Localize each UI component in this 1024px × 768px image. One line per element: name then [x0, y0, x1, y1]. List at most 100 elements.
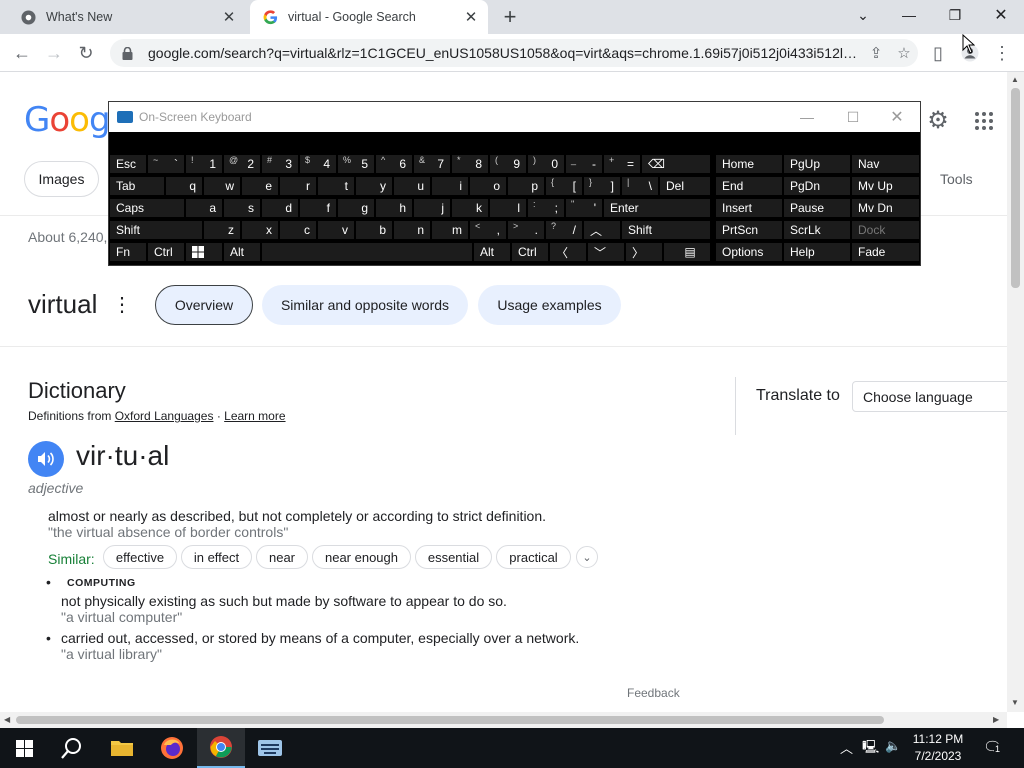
key-equals[interactable]: + =	[603, 154, 641, 174]
scrollbar-thumb[interactable]	[16, 716, 884, 724]
key-del[interactable]: Del	[659, 176, 711, 196]
key-alt-right[interactable]: Alt	[473, 242, 511, 262]
key-menu-icon[interactable]: ▤	[663, 242, 711, 262]
feedback-link[interactable]: Feedback	[627, 686, 680, 700]
key-o[interactable]: o	[469, 176, 507, 196]
key-space[interactable]	[261, 242, 473, 262]
key-y[interactable]: y	[355, 176, 393, 196]
key-pause[interactable]: Pause	[783, 198, 851, 218]
key-2[interactable]: @2	[223, 154, 261, 174]
key-u[interactable]: u	[393, 176, 431, 196]
osk-maximize-button[interactable]: ☐	[830, 102, 876, 132]
firefox-icon[interactable]	[148, 728, 196, 768]
key-pgdn[interactable]: PgDn	[783, 176, 851, 196]
similar-chip[interactable]: effective	[103, 545, 177, 569]
key-minus[interactable]: _ -	[565, 154, 603, 174]
key-options[interactable]: Options	[715, 242, 783, 262]
key-w[interactable]: w	[203, 176, 241, 196]
key-rbracket[interactable]: }]	[583, 176, 621, 196]
key-k[interactable]: k	[451, 198, 489, 218]
key-i[interactable]: i	[431, 176, 469, 196]
key-f[interactable]: f	[299, 198, 337, 218]
key-ctrl-left[interactable]: Ctrl	[147, 242, 185, 262]
tools-button[interactable]: Tools	[940, 171, 973, 187]
volume-muted-icon[interactable]: 🔈	[885, 738, 901, 754]
key-a[interactable]: a	[185, 198, 223, 218]
more-options-icon[interactable]: ⋮	[112, 292, 132, 317]
key-fn[interactable]: Fn	[109, 242, 147, 262]
key-right-arrow-icon[interactable]: 〉	[625, 242, 663, 262]
oxford-languages-link[interactable]: Oxford Languages	[115, 409, 214, 423]
search-icon[interactable]	[48, 728, 96, 768]
new-tab-button[interactable]: +	[498, 4, 522, 29]
key-mvdn[interactable]: Mv Dn	[851, 198, 920, 218]
key-shift-right[interactable]: Shift	[621, 220, 711, 240]
key-lbracket[interactable]: {[	[545, 176, 583, 196]
key-comma[interactable]: <,	[469, 220, 507, 240]
key-backtick[interactable]: ~ `	[147, 154, 185, 174]
share-icon[interactable]: ⇪	[862, 44, 890, 62]
key-insert[interactable]: Insert	[715, 198, 783, 218]
choose-language-select[interactable]: Choose language	[852, 381, 1012, 412]
back-button[interactable]: ←	[9, 40, 35, 66]
key-4[interactable]: $4	[299, 154, 337, 174]
key-semicolon[interactable]: :;	[527, 198, 565, 218]
scroll-down-arrow-icon[interactable]: ▼	[1011, 698, 1019, 707]
similar-opposite-tab[interactable]: Similar and opposite words	[262, 285, 468, 325]
bookmark-star-icon[interactable]: ☆	[890, 44, 918, 62]
key-pgup[interactable]: PgUp	[783, 154, 851, 174]
key-n[interactable]: n	[393, 220, 431, 240]
scroll-left-arrow-icon[interactable]: ◀	[4, 715, 10, 724]
notification-center-icon[interactable]: 🗨 1	[983, 738, 1002, 756]
osk-close-button[interactable]: ✕	[874, 102, 920, 132]
scroll-up-arrow-icon[interactable]: ▲	[1011, 75, 1019, 84]
on-screen-keyboard-taskbar-icon[interactable]	[246, 728, 294, 768]
learn-more-link[interactable]: Learn more	[224, 409, 285, 423]
key-shift-left[interactable]: Shift	[109, 220, 203, 240]
similar-chip[interactable]: essential	[415, 545, 492, 569]
key-e[interactable]: e	[241, 176, 279, 196]
key-dock[interactable]: Dock	[851, 220, 920, 240]
key-6[interactable]: ^ 6	[375, 154, 413, 174]
key-help[interactable]: Help	[783, 242, 851, 262]
close-tab-icon[interactable]: ✕	[218, 6, 240, 28]
key-5[interactable]: % 5	[337, 154, 375, 174]
key-left-arrow-icon[interactable]: 〈	[549, 242, 587, 262]
menu-kebab-icon[interactable]: ⋮	[989, 40, 1015, 66]
key-c[interactable]: c	[279, 220, 317, 240]
key-ctrl-right[interactable]: Ctrl	[511, 242, 549, 262]
key-caps[interactable]: Caps	[109, 198, 185, 218]
overview-tab[interactable]: Overview	[155, 285, 253, 325]
key-period[interactable]: >.	[507, 220, 545, 240]
osk-minimize-button[interactable]: —	[784, 102, 830, 132]
reload-button[interactable]: ↻	[73, 40, 99, 66]
key-m[interactable]: m	[431, 220, 469, 240]
start-windows-icon[interactable]	[0, 728, 48, 768]
google-apps-icon[interactable]	[975, 112, 993, 130]
minimize-button[interactable]: —	[886, 0, 932, 30]
key-z[interactable]: z	[203, 220, 241, 240]
similar-chip[interactable]: practical	[496, 545, 571, 569]
key-x[interactable]: x	[241, 220, 279, 240]
forward-button[interactable]: →	[41, 40, 67, 66]
key-esc[interactable]: Esc	[109, 154, 147, 174]
tab-whats-new[interactable]: What's New ✕	[8, 0, 246, 34]
scrollbar-thumb[interactable]	[1011, 88, 1020, 288]
key-l[interactable]: l	[489, 198, 527, 218]
key-end[interactable]: End	[715, 176, 783, 196]
scroll-right-arrow-icon[interactable]: ▶	[993, 715, 999, 724]
key-alt-left[interactable]: Alt	[223, 242, 261, 262]
side-panel-icon[interactable]: ▯	[925, 40, 951, 66]
close-window-button[interactable]: ✕	[978, 0, 1024, 30]
key-p[interactable]: p	[507, 176, 545, 196]
similar-chip[interactable]: near enough	[312, 545, 411, 569]
show-hidden-icons-chevron-icon[interactable]: ︿	[840, 738, 853, 757]
key-s[interactable]: s	[223, 198, 261, 218]
key-r[interactable]: r	[279, 176, 317, 196]
key-1[interactable]: ! 1	[185, 154, 223, 174]
usage-examples-tab[interactable]: Usage examples	[478, 285, 621, 325]
settings-gear-icon[interactable]: ⚙	[925, 108, 951, 134]
restore-button[interactable]: ❐	[932, 0, 978, 30]
pronunciation-speaker-icon[interactable]	[28, 441, 64, 477]
key-enter[interactable]: Enter	[603, 198, 711, 218]
